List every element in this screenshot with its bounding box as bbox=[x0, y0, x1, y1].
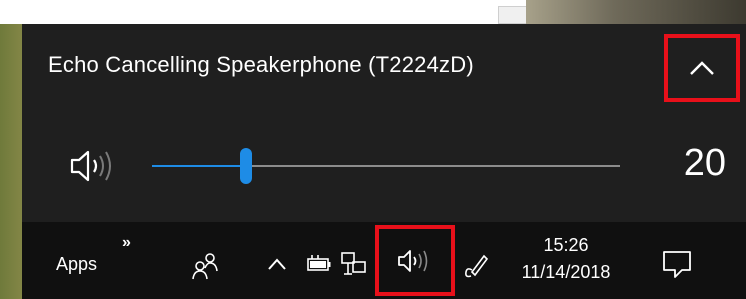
network-icon[interactable] bbox=[340, 250, 368, 278]
background-window-fragment bbox=[498, 6, 528, 24]
battery-icon[interactable] bbox=[304, 252, 332, 276]
people-icon[interactable] bbox=[190, 252, 220, 280]
volume-slider-thumb[interactable] bbox=[239, 148, 252, 184]
taskbar-volume-button[interactable] bbox=[375, 225, 455, 296]
pen-workspace-icon[interactable] bbox=[462, 250, 492, 280]
volume-icon bbox=[398, 249, 428, 272]
clock-date: 11/14/2018 bbox=[521, 262, 611, 282]
device-list-expand-button[interactable] bbox=[664, 34, 740, 102]
volume-slider[interactable] bbox=[152, 148, 620, 184]
device-name-label[interactable]: Echo Cancelling Speakerphone (T2224zD) bbox=[48, 52, 474, 78]
volume-flyout: Echo Cancelling Speakerphone (T2224zD) 2… bbox=[22, 24, 746, 222]
volume-value: 20 bbox=[683, 142, 726, 184]
action-center-icon[interactable] bbox=[660, 248, 694, 280]
clock-time: 15:26 bbox=[543, 235, 589, 255]
background-image-fragment bbox=[526, 0, 746, 24]
toolbar-overflow-chevron[interactable]: » bbox=[122, 234, 131, 252]
taskbar: Apps » 15:26 11/14/2018 bbox=[22, 222, 746, 299]
system-clock[interactable]: 15:26 11/14/2018 bbox=[508, 232, 624, 286]
show-hidden-icons-caret[interactable] bbox=[266, 256, 288, 272]
chevron-up-icon bbox=[690, 61, 714, 75]
apps-toolbar-label[interactable]: Apps bbox=[56, 254, 97, 275]
volume-slider-fill bbox=[152, 165, 246, 167]
speaker-volume-icon[interactable] bbox=[66, 146, 122, 186]
